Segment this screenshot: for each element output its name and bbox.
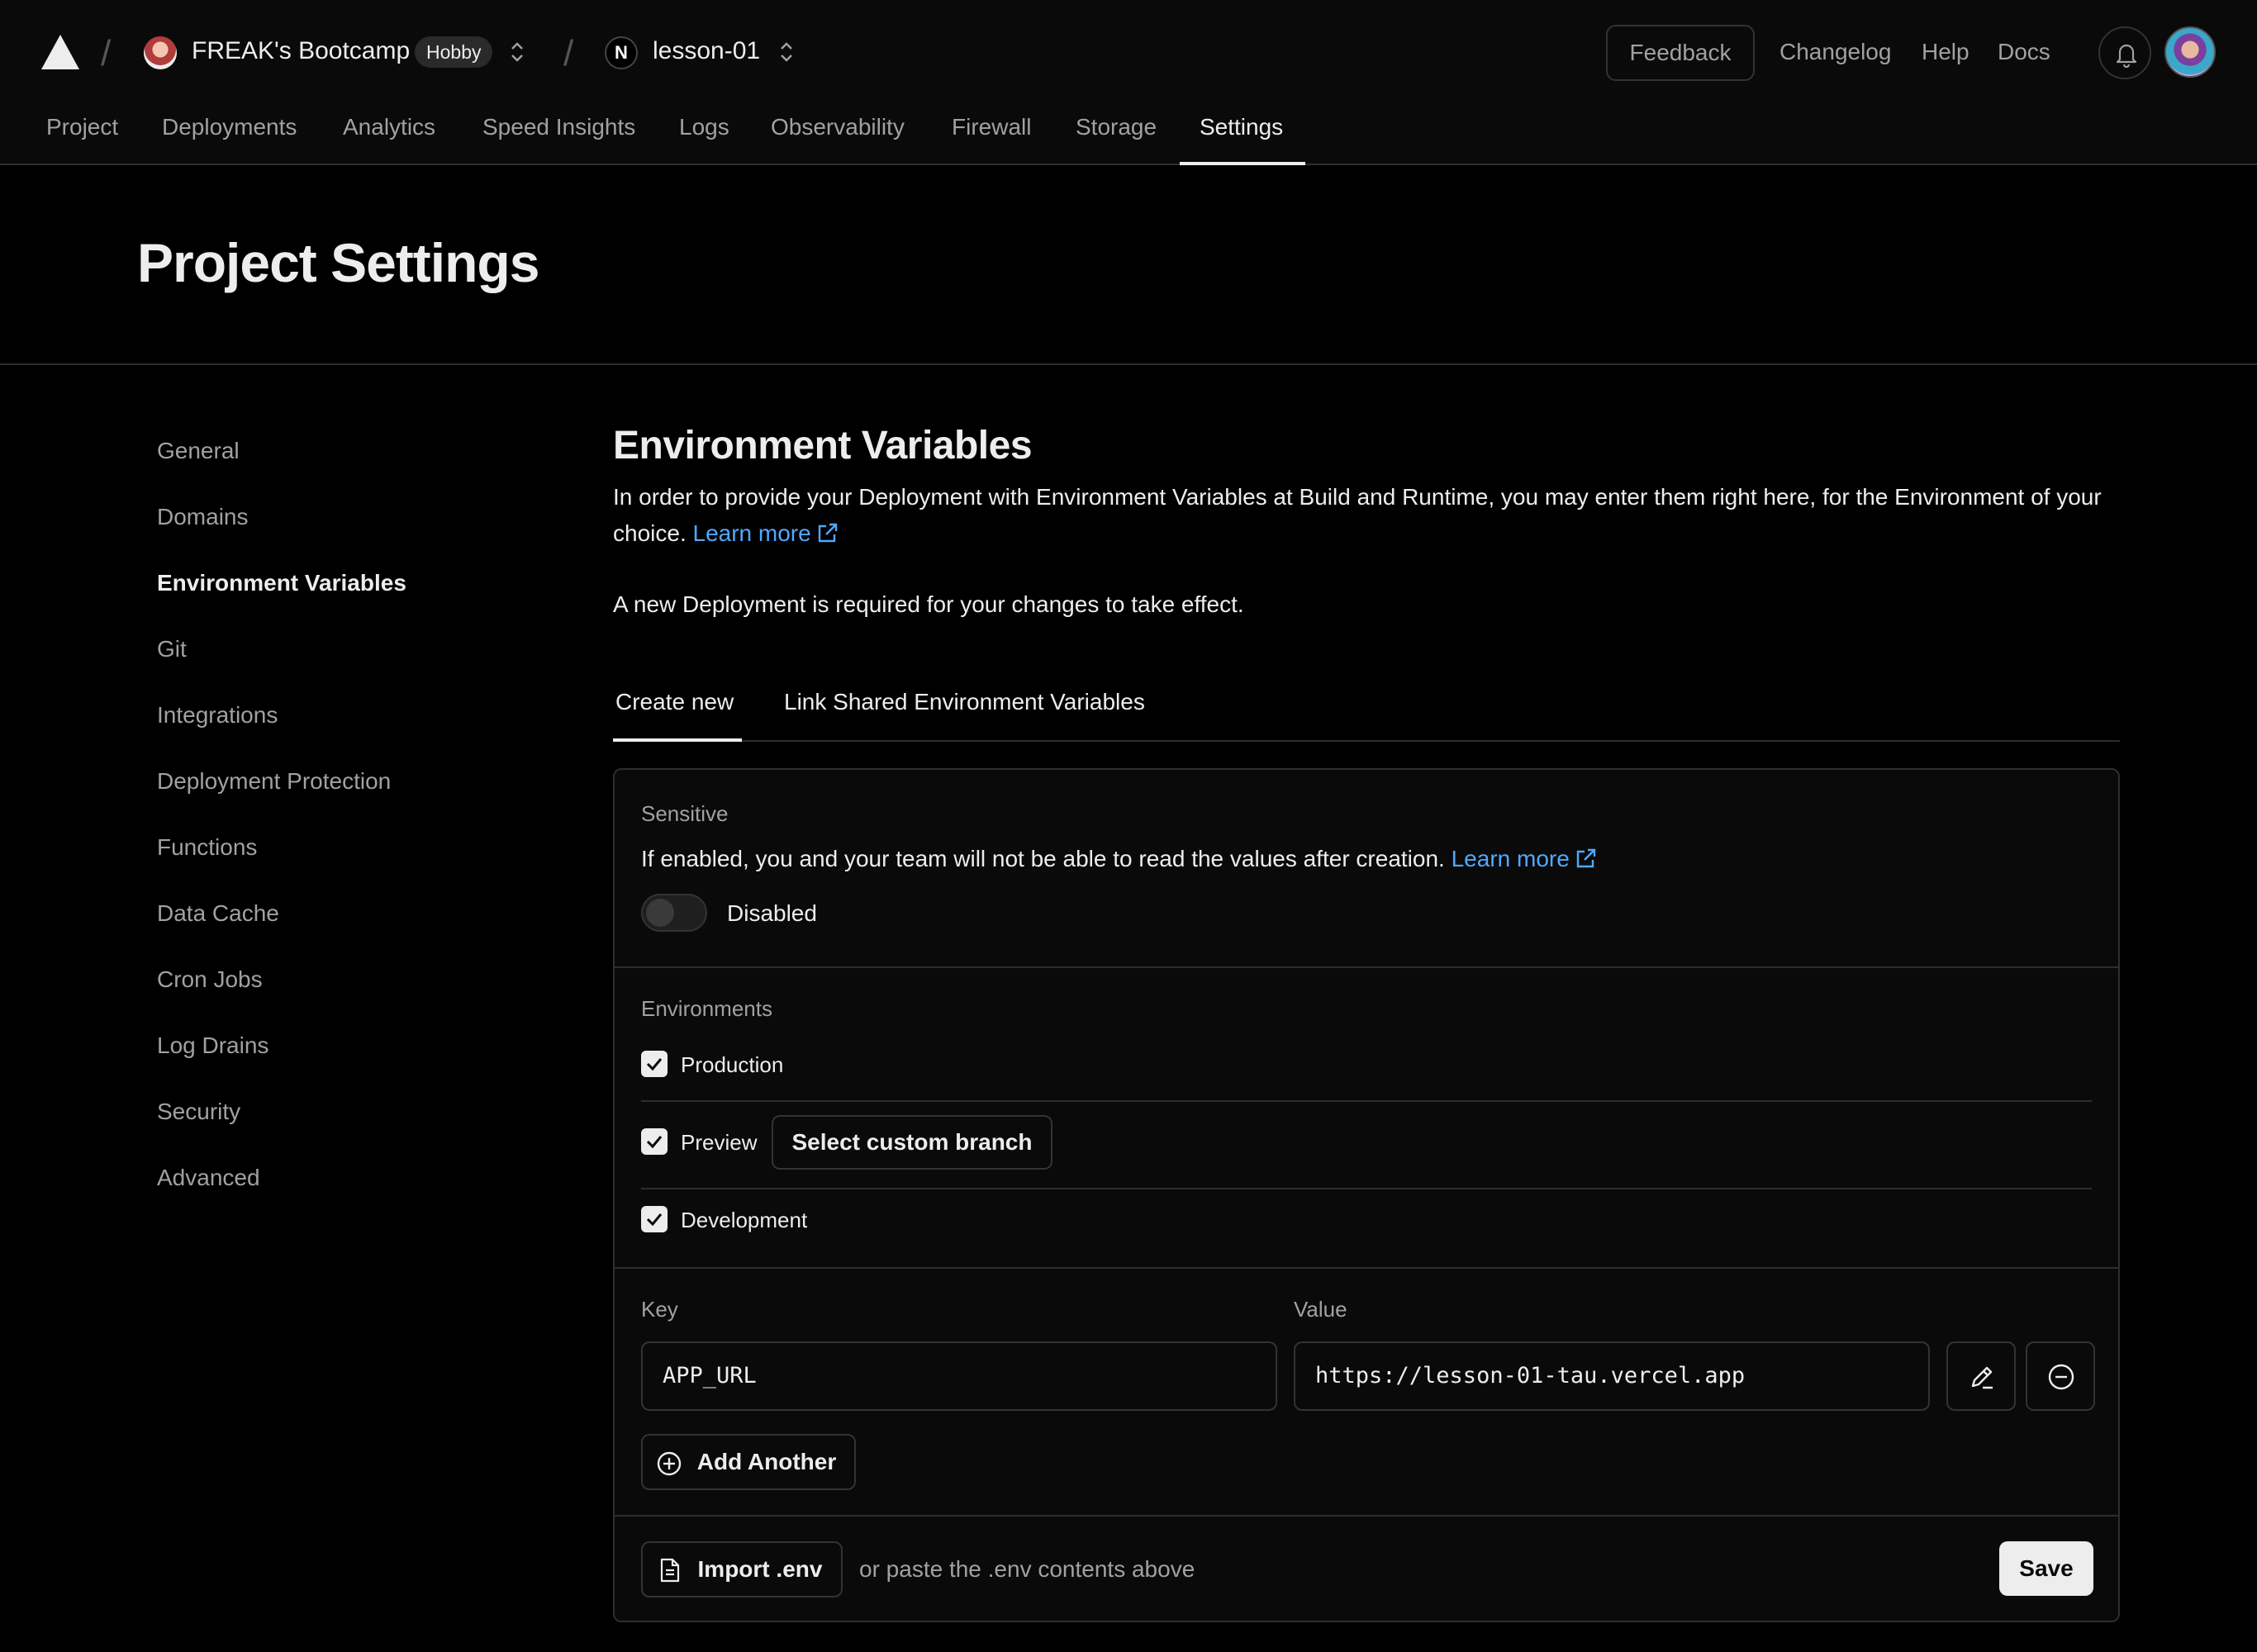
page-title: Project Settings (137, 232, 539, 293)
sidebar-item-general[interactable]: General (157, 438, 240, 464)
nav-tab-speed-insights[interactable]: Speed Insights (482, 114, 635, 165)
file-icon (660, 1558, 680, 1583)
external-link-icon (1576, 848, 1595, 868)
help-link[interactable]: Help (1922, 39, 1970, 65)
save-button[interactable]: Save (1999, 1541, 2093, 1596)
minus-circle-icon (2048, 1364, 2074, 1390)
nav-tab-observability[interactable]: Observability (771, 114, 905, 165)
team-name[interactable]: FREAK's Bootcamp (192, 37, 410, 65)
sensitive-description: If enabled, you and your team will not b… (641, 846, 1598, 872)
environment-divider (641, 1100, 2092, 1102)
preview-label: Preview (681, 1130, 758, 1155)
team-switcher-chevrons-icon[interactable] (509, 40, 525, 64)
sidebar-item-integrations[interactable]: Integrations (157, 702, 278, 729)
check-icon (646, 1136, 663, 1149)
project-switcher-chevrons-icon[interactable] (778, 40, 795, 64)
production-label: Production (681, 1052, 784, 1077)
project-name[interactable]: lesson-01 (653, 37, 760, 65)
key-label: Key (641, 1297, 678, 1322)
sidebar-item-security[interactable]: Security (157, 1099, 240, 1125)
production-checkbox[interactable] (641, 1051, 668, 1077)
nav-tab-storage[interactable]: Storage (1076, 114, 1157, 165)
sidebar-item-domains[interactable]: Domains (157, 504, 248, 530)
project-icon[interactable]: N (605, 36, 638, 69)
nav-tab-settings[interactable]: Settings (1200, 114, 1283, 165)
sensitive-learn-more-label: Learn more (1451, 846, 1570, 871)
edit-button[interactable] (1946, 1341, 2016, 1411)
nav-tab-logs[interactable]: Logs (679, 114, 729, 165)
paste-hint: or paste the .env contents above (859, 1556, 1195, 1582)
development-checkbox[interactable] (641, 1206, 668, 1232)
feedback-button[interactable]: Feedback (1606, 25, 1755, 81)
sidebar-item-log-drains[interactable]: Log Drains (157, 1032, 268, 1059)
tab-active-indicator (613, 738, 742, 742)
sensitive-description-text: If enabled, you and your team will not b… (641, 846, 1445, 871)
tab-create-new[interactable]: Create new (615, 689, 734, 715)
external-link-icon (818, 523, 837, 543)
sidebar-item-cron-jobs[interactable]: Cron Jobs (157, 966, 263, 993)
add-another-label: Add Another (696, 1449, 837, 1474)
project-nav: Project Deployments Analytics Speed Insi… (0, 106, 2257, 165)
section-divider (615, 966, 2118, 968)
sidebar-item-environment-variables[interactable]: Environment Variables (157, 570, 406, 596)
add-another-button[interactable]: Add Another (641, 1434, 856, 1490)
section-description: In order to provide your Deployment with… (613, 479, 2117, 552)
deployment-note: A new Deployment is required for your ch… (613, 591, 1244, 617)
section-divider (615, 1267, 2118, 1269)
vercel-logo-icon[interactable] (40, 33, 81, 71)
sensitive-toggle[interactable] (641, 894, 707, 932)
sidebar-item-git[interactable]: Git (157, 636, 187, 662)
sidebar-item-advanced[interactable]: Advanced (157, 1165, 260, 1191)
team-avatar[interactable] (144, 36, 177, 69)
env-var-form-card: Sensitive If enabled, you and your team … (613, 768, 2120, 1622)
user-avatar[interactable] (2164, 26, 2216, 78)
changelog-link[interactable]: Changelog (1779, 39, 1891, 65)
nav-tab-deployments[interactable]: Deployments (162, 114, 297, 165)
nav-tab-analytics[interactable]: Analytics (343, 114, 435, 165)
select-custom-branch-button[interactable]: Select custom branch (772, 1115, 1052, 1170)
remove-row-button[interactable] (2026, 1341, 2095, 1411)
section-title: Environment Variables (613, 424, 1033, 468)
docs-link[interactable]: Docs (1998, 39, 2050, 65)
notifications-button[interactable] (2098, 26, 2151, 79)
sensitive-label: Sensitive (641, 801, 729, 826)
preview-checkbox[interactable] (641, 1128, 668, 1155)
check-icon (646, 1213, 663, 1227)
breadcrumb-separator: / (563, 33, 574, 74)
pencil-icon (1971, 1366, 1993, 1389)
import-env-button[interactable]: Import .env (641, 1541, 843, 1597)
section-divider (615, 1515, 2118, 1517)
sidebar-item-deployment-protection[interactable]: Deployment Protection (157, 768, 391, 795)
top-row: / FREAK's Bootcamp Hobby / N lesson-01 F… (0, 0, 2257, 106)
plus-circle-icon (657, 1451, 682, 1476)
check-icon (646, 1058, 663, 1071)
environments-label: Environments (641, 996, 772, 1021)
sidebar-item-data-cache[interactable]: Data Cache (157, 900, 279, 927)
sensitive-state-label: Disabled (727, 900, 817, 926)
sensitive-learn-more-link[interactable]: Learn more (1452, 846, 1598, 871)
breadcrumb-separator: / (101, 33, 112, 74)
import-env-label: Import .env (697, 1556, 823, 1582)
nav-tab-project[interactable]: Project (46, 114, 118, 165)
tabs-divider (613, 740, 2120, 742)
plan-badge: Hobby (415, 36, 493, 68)
page-header: Project Settings (0, 165, 2257, 365)
learn-more-label: Learn more (692, 520, 811, 546)
nav-tab-firewall[interactable]: Firewall (952, 114, 1031, 165)
environment-divider (641, 1188, 2092, 1189)
development-label: Development (681, 1208, 808, 1232)
bell-icon (2116, 44, 2137, 68)
learn-more-link[interactable]: Learn more (693, 520, 839, 546)
tab-link-shared[interactable]: Link Shared Environment Variables (784, 689, 1145, 715)
value-label: Value (1294, 1297, 1347, 1322)
sidebar-item-functions[interactable]: Functions (157, 834, 257, 861)
top-bar: / FREAK's Bootcamp Hobby / N lesson-01 F… (0, 0, 2257, 165)
value-input[interactable]: https://lesson-01-tau.vercel.app (1294, 1341, 1930, 1411)
key-input[interactable]: APP_URL (641, 1341, 1277, 1411)
